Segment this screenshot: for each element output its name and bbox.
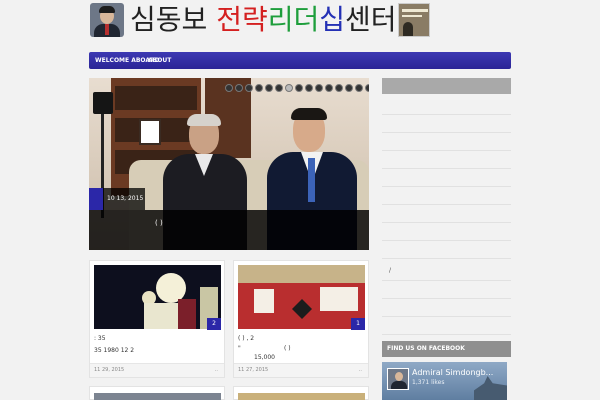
sidebar-divider [382,186,511,187]
facebook-widget-header: FIND US ON FACEBOOK [382,341,511,357]
post-thumbnail[interactable] [94,265,221,329]
thumbnail-patch [254,289,274,313]
sidebar-divider [382,240,511,241]
nav-item-about[interactable]: ABOUT [148,52,171,69]
slider-dot[interactable] [265,84,273,92]
sidebar-divider [382,258,511,259]
slider-dot[interactable] [305,84,313,92]
book-figure [403,22,413,36]
slider-dot[interactable] [235,84,243,92]
main-nav: WELCOME ABOARD ABOUT [89,52,511,69]
site-header: 심동보 전략리더십센터 [0,0,600,48]
post-thumbnail[interactable] [94,393,221,400]
header-book-image[interactable] [398,3,430,37]
sidebar-divider [382,222,511,223]
picture-frame [139,119,161,145]
slider-dot[interactable] [355,84,363,92]
sidebar-divider [382,114,511,115]
slider-dot[interactable] [285,84,293,92]
post-meta: 11 29, 2015 .. [90,363,224,377]
book-subtitle-line [402,15,422,17]
slider-dot[interactable] [365,84,369,92]
comment-count-badge[interactable]: 2 [207,318,221,330]
read-more-link[interactable]: .. [215,364,218,377]
shelf-row [115,86,197,110]
post-title[interactable]: ( ) , 2 [238,335,254,342]
slider-dot[interactable] [345,84,353,92]
photo-hair [99,6,115,13]
site-title-part: 리더 [267,3,320,36]
post-card[interactable] [89,386,225,400]
photo-tie [105,24,109,35]
slide-date-accent [89,188,103,210]
thumbnail-cake-top [238,265,365,283]
cover-ship [474,376,507,400]
slider-dot[interactable] [245,84,253,92]
person-left-hair [187,114,221,126]
sidebar-divider [382,280,511,281]
slider-dot[interactable] [315,84,323,92]
facebook-likes-count: 1,371 likes [412,379,445,386]
thumbnail-poster [178,299,196,329]
post-thumbnail[interactable] [238,265,365,329]
sidebar-widget-header [382,78,511,94]
avatar-face [395,372,403,381]
book-title-line [402,9,428,12]
site-title-part: 십 [319,3,346,36]
comment-count-badge[interactable]: 1 [351,318,365,330]
site-title[interactable]: 심동보 전략리더십센터 [130,2,397,38]
post-excerpt-number: 15,000 [254,354,275,361]
featured-slider[interactable]: 10 13, 2015 ( ) [89,78,369,250]
facebook-page-name[interactable]: Admiral Simdongb... [412,368,493,377]
slider-dot[interactable] [255,84,263,92]
person-right-hair [291,108,327,120]
facebook-page-avatar[interactable] [387,368,409,390]
site-title-part: 전략 [216,3,268,36]
post-card[interactable]: 2 : 35 35 1980 12 2 11 29, 2015 .. [89,260,225,378]
post-thumbnail[interactable] [238,393,365,400]
slider-dot[interactable] [295,84,303,92]
lamp-head [93,92,113,114]
person-right-tie [308,158,315,202]
sidebar-divider [382,150,511,151]
post-excerpt: 35 1980 12 2 [94,347,135,354]
sidebar-list-text[interactable]: / [389,267,391,274]
post-date: 11 27, 2015 [238,367,269,373]
sidebar-divider [382,204,511,205]
site-title-part: 센터 [345,3,397,36]
post-card[interactable] [233,386,369,400]
sidebar-divider [382,334,511,335]
sidebar-divider [382,168,511,169]
post-excerpt: " [238,345,241,352]
read-more-link[interactable]: .. [359,364,362,377]
slider-dot[interactable] [335,84,343,92]
post-meta: 11 27, 2015 .. [234,363,368,377]
slider-dot[interactable] [325,84,333,92]
post-date: 11 29, 2015 [94,367,125,373]
thumbnail-label [320,287,358,311]
facebook-page-box[interactable]: Admiral Simdongb... 1,371 likes [382,362,507,400]
post-title[interactable]: : 35 [94,335,106,342]
post-card[interactable]: 1 ( ) , 2 " ( ) 15,000 11 27, 2015 .. [233,260,369,378]
site-title-part: 심동보 [130,3,217,36]
avatar-body [391,381,407,389]
slide-caption[interactable]: ( ) [89,210,369,250]
slider-pagination [225,84,369,92]
slider-dot[interactable] [225,84,233,92]
profile-photo[interactable] [90,3,124,37]
post-excerpt-aside: ( ) [284,345,291,352]
sidebar-divider [382,298,511,299]
slider-dot[interactable] [275,84,283,92]
sidebar-divider [382,316,511,317]
sidebar-divider [382,132,511,133]
